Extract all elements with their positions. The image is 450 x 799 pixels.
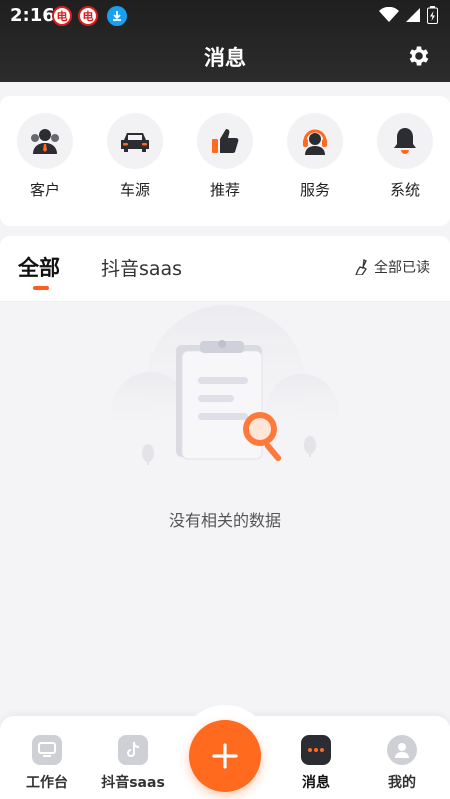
car-icon [107,113,163,169]
bell-icon [377,113,433,169]
wifi-icon [379,7,399,22]
mark-all-read-button[interactable]: 全部已读 [354,257,430,277]
nav-label: 抖音saas [101,775,165,791]
nav-label: 我的 [388,775,416,791]
category-row: 客户 车源 推荐 服务 系统 [0,96,450,226]
message-icon [301,735,331,765]
plus-icon [212,743,238,769]
download-icon [107,6,127,26]
nav-workbench[interactable]: 工作台 [7,735,87,792]
nav-profile[interactable]: 我的 [362,735,442,792]
active-tab-indicator [33,286,49,290]
category-label: 服务 [299,181,330,199]
mark-all-read-label: 全部已读 [374,260,430,276]
thumbs-up-icon [197,113,253,169]
page-title: 消息 [204,46,246,70]
notification-badge-icon: 电 [78,6,98,26]
workbench-icon [32,735,62,765]
category-label: 车源 [119,181,150,199]
battery-icon [427,6,438,24]
status-time: 2:16 [10,5,55,26]
category-car[interactable]: 车源 [100,113,170,200]
notification-badge-icon: 电 [52,6,72,26]
category-recommend[interactable]: 推荐 [190,113,260,200]
category-system[interactable]: 系统 [370,113,440,200]
add-button[interactable] [189,720,261,792]
nav-label: 消息 [302,775,330,791]
category-label: 推荐 [209,181,240,199]
tab-all[interactable]: 全部 [18,252,60,282]
nav-douyin-saas[interactable]: 抖音saas [93,735,173,792]
category-label: 系统 [389,181,420,199]
nav-label: 工作台 [26,775,68,791]
app-header: 2:16 电 电 消息 [0,0,450,82]
category-label: 客户 [29,181,60,199]
gear-icon[interactable] [406,43,432,69]
category-service[interactable]: 服务 [280,113,350,200]
tiktok-icon [118,735,148,765]
broom-icon [355,259,367,275]
empty-state-text: 没有相关的数据 [168,511,281,530]
category-customer[interactable]: 客户 [10,113,80,200]
tab-douyin-saas[interactable]: 抖音saas [101,254,182,281]
service-headset-icon [287,113,343,169]
status-icons [379,6,438,24]
message-tabs: 全部 抖音saas 全部已读 [0,236,450,302]
nav-messages[interactable]: 消息 [276,735,356,792]
signal-icon [406,8,420,22]
status-bar: 2:16 电 电 [0,0,450,30]
profile-icon [387,735,417,765]
customer-icon [17,113,73,169]
empty-illustration [112,305,338,465]
